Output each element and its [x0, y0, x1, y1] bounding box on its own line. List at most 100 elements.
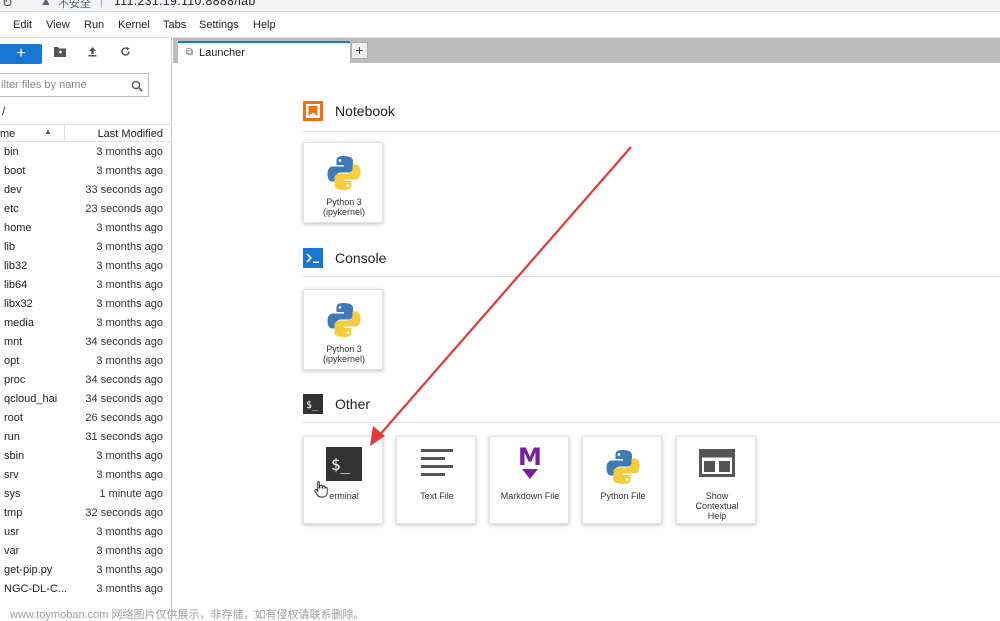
- file-list-item[interactable]: lib32 3 months ago: [0, 257, 172, 276]
- console-section-title: Console: [335, 250, 387, 266]
- security-label[interactable]: 不安全: [58, 0, 91, 11]
- file-list: bin 3 months ago boot 3 months ago dev 33 sec…: [0, 143, 172, 599]
- file-list-item[interactable]: etc 23 seconds ago: [0, 200, 172, 219]
- file-modified: 32 seconds ago: [85, 507, 163, 519]
- new-launcher-button[interactable]: +: [0, 44, 42, 64]
- file-name: qcloud_hai: [4, 393, 58, 405]
- menu-view[interactable]: View: [46, 19, 70, 31]
- notebook-card-label: Python 3 (ipykernel): [322, 197, 365, 217]
- file-list-item[interactable]: run 31 seconds ago: [0, 428, 172, 447]
- file-name: dev: [4, 184, 22, 196]
- main-area: ⧉ Launcher + Notebook Python 3 (ipykerne…: [173, 38, 1000, 621]
- file-filter-placeholder: ilter files by name: [1, 79, 87, 91]
- text-file-card[interactable]: Text File: [396, 436, 476, 524]
- file-modified: 23 seconds ago: [85, 203, 163, 215]
- python-file-card-label: Python File: [600, 491, 646, 501]
- refresh-icon[interactable]: [117, 46, 133, 60]
- reload-icon[interactable]: ↻: [2, 0, 13, 11]
- file-modified: 3 months ago: [96, 545, 163, 557]
- terminal-section-icon: $_: [303, 394, 323, 414]
- text-file-card-label: Text File: [420, 491, 454, 501]
- menu-edit[interactable]: Edit: [13, 19, 32, 31]
- file-list-item[interactable]: lib 3 months ago: [0, 238, 172, 257]
- menu-run[interactable]: Run: [84, 19, 104, 31]
- console-python3-card[interactable]: Python 3 (ipykernel): [303, 289, 383, 370]
- text-file-icon: [419, 447, 455, 481]
- file-modified: 3 months ago: [96, 146, 163, 158]
- file-list-item[interactable]: root 26 seconds ago: [0, 409, 172, 428]
- file-list-item[interactable]: dev 33 seconds ago: [0, 181, 172, 200]
- notebook-divider: [303, 131, 1000, 132]
- search-icon: [131, 79, 143, 97]
- file-list-item[interactable]: mnt 34 seconds ago: [0, 333, 172, 352]
- file-modified: 31 seconds ago: [85, 431, 163, 443]
- menu-help[interactable]: Help: [253, 19, 276, 31]
- file-name: usr: [4, 526, 20, 538]
- file-name: srv: [4, 469, 19, 481]
- file-list-item[interactable]: lib64 3 months ago: [0, 276, 172, 295]
- sort-ascending-icon: ▲: [44, 127, 52, 136]
- add-tab-button[interactable]: +: [351, 42, 368, 59]
- modified-column-header[interactable]: Last Modified: [98, 128, 163, 140]
- file-list-item[interactable]: bin 3 months ago: [0, 143, 172, 162]
- file-name: root: [4, 412, 23, 424]
- tab-launcher-label: Launcher: [199, 47, 245, 59]
- file-browser: + ilter files by name / me ▲ Last Modifi…: [0, 38, 172, 621]
- file-name: var: [4, 545, 20, 557]
- file-list-item[interactable]: get-pip.py 3 months ago: [0, 561, 172, 580]
- file-name: opt: [4, 355, 20, 367]
- file-list-item[interactable]: tmp 32 seconds ago: [0, 504, 172, 523]
- file-list-item[interactable]: usr 3 months ago: [0, 523, 172, 542]
- notebook-python3-card[interactable]: Python 3 (ipykernel): [303, 142, 383, 223]
- file-list-item[interactable]: qcloud_hai 34 seconds ago: [0, 390, 172, 409]
- file-browser-toolbar: +: [0, 38, 172, 68]
- file-modified: 34 seconds ago: [85, 336, 163, 348]
- file-list-item[interactable]: var 3 months ago: [0, 542, 172, 561]
- launcher-tab-icon: ⧉: [186, 47, 194, 58]
- file-modified: 3 months ago: [96, 564, 163, 576]
- menu-kernel[interactable]: Kernel: [118, 19, 150, 31]
- notebook-section-title: Notebook: [335, 103, 395, 119]
- file-list-item[interactable]: proc 34 seconds ago: [0, 371, 172, 390]
- file-list-item[interactable]: home 3 months ago: [0, 219, 172, 238]
- file-modified: 3 months ago: [96, 317, 163, 329]
- notebook-section-header: Notebook: [303, 101, 1000, 125]
- upload-icon[interactable]: [84, 46, 100, 60]
- new-folder-icon[interactable]: [52, 46, 68, 60]
- console-section-header: Console: [303, 248, 1000, 272]
- file-list-item[interactable]: media 3 months ago: [0, 314, 172, 333]
- markdown-file-card[interactable]: M Markdown File: [489, 436, 569, 524]
- file-modified: 3 months ago: [96, 298, 163, 310]
- file-name: libx32: [4, 298, 33, 310]
- file-list-item[interactable]: NGC-DL-C... 3 months ago: [0, 580, 172, 599]
- warning-icon[interactable]: ▲: [40, 0, 52, 8]
- name-column-header[interactable]: me: [0, 128, 15, 140]
- menu-settings[interactable]: Settings: [199, 19, 239, 31]
- python-file-card[interactable]: Python File: [582, 436, 662, 524]
- file-list-item[interactable]: sbin 3 months ago: [0, 447, 172, 466]
- file-list-item[interactable]: srv 3 months ago: [0, 466, 172, 485]
- hand-cursor-icon: [314, 480, 328, 503]
- file-list-item[interactable]: opt 3 months ago: [0, 352, 172, 371]
- file-list-item[interactable]: boot 3 months ago: [0, 162, 172, 181]
- breadcrumb[interactable]: /: [2, 104, 5, 118]
- file-modified: 3 months ago: [96, 222, 163, 234]
- file-modified: 3 months ago: [96, 355, 163, 367]
- tab-launcher[interactable]: ⧉ Launcher: [178, 41, 350, 63]
- markdown-file-card-label: Markdown File: [500, 491, 560, 501]
- menu-tabs[interactable]: Tabs: [163, 19, 186, 31]
- console-icon: [303, 248, 323, 268]
- url-text[interactable]: 111.231.19.110:8888/lab: [114, 0, 256, 8]
- file-name: tmp: [4, 507, 23, 519]
- browser-address-bar: ↻ ▲ 不安全 | 111.231.19.110:8888/lab: [0, 0, 1000, 12]
- svg-text:$_: $_: [331, 455, 351, 474]
- contextual-help-card-label: Show Contextual Help: [695, 491, 739, 521]
- column-divider[interactable]: [64, 125, 65, 142]
- file-name: lib64: [4, 279, 28, 291]
- file-list-item[interactable]: sys 1 minute ago: [0, 485, 172, 504]
- file-name: NGC-DL-C...: [4, 583, 67, 595]
- file-filter-input[interactable]: ilter files by name: [0, 73, 149, 97]
- address-divider: |: [100, 0, 103, 8]
- file-list-item[interactable]: libx32 3 months ago: [0, 295, 172, 314]
- contextual-help-card[interactable]: Show Contextual Help: [676, 436, 756, 524]
